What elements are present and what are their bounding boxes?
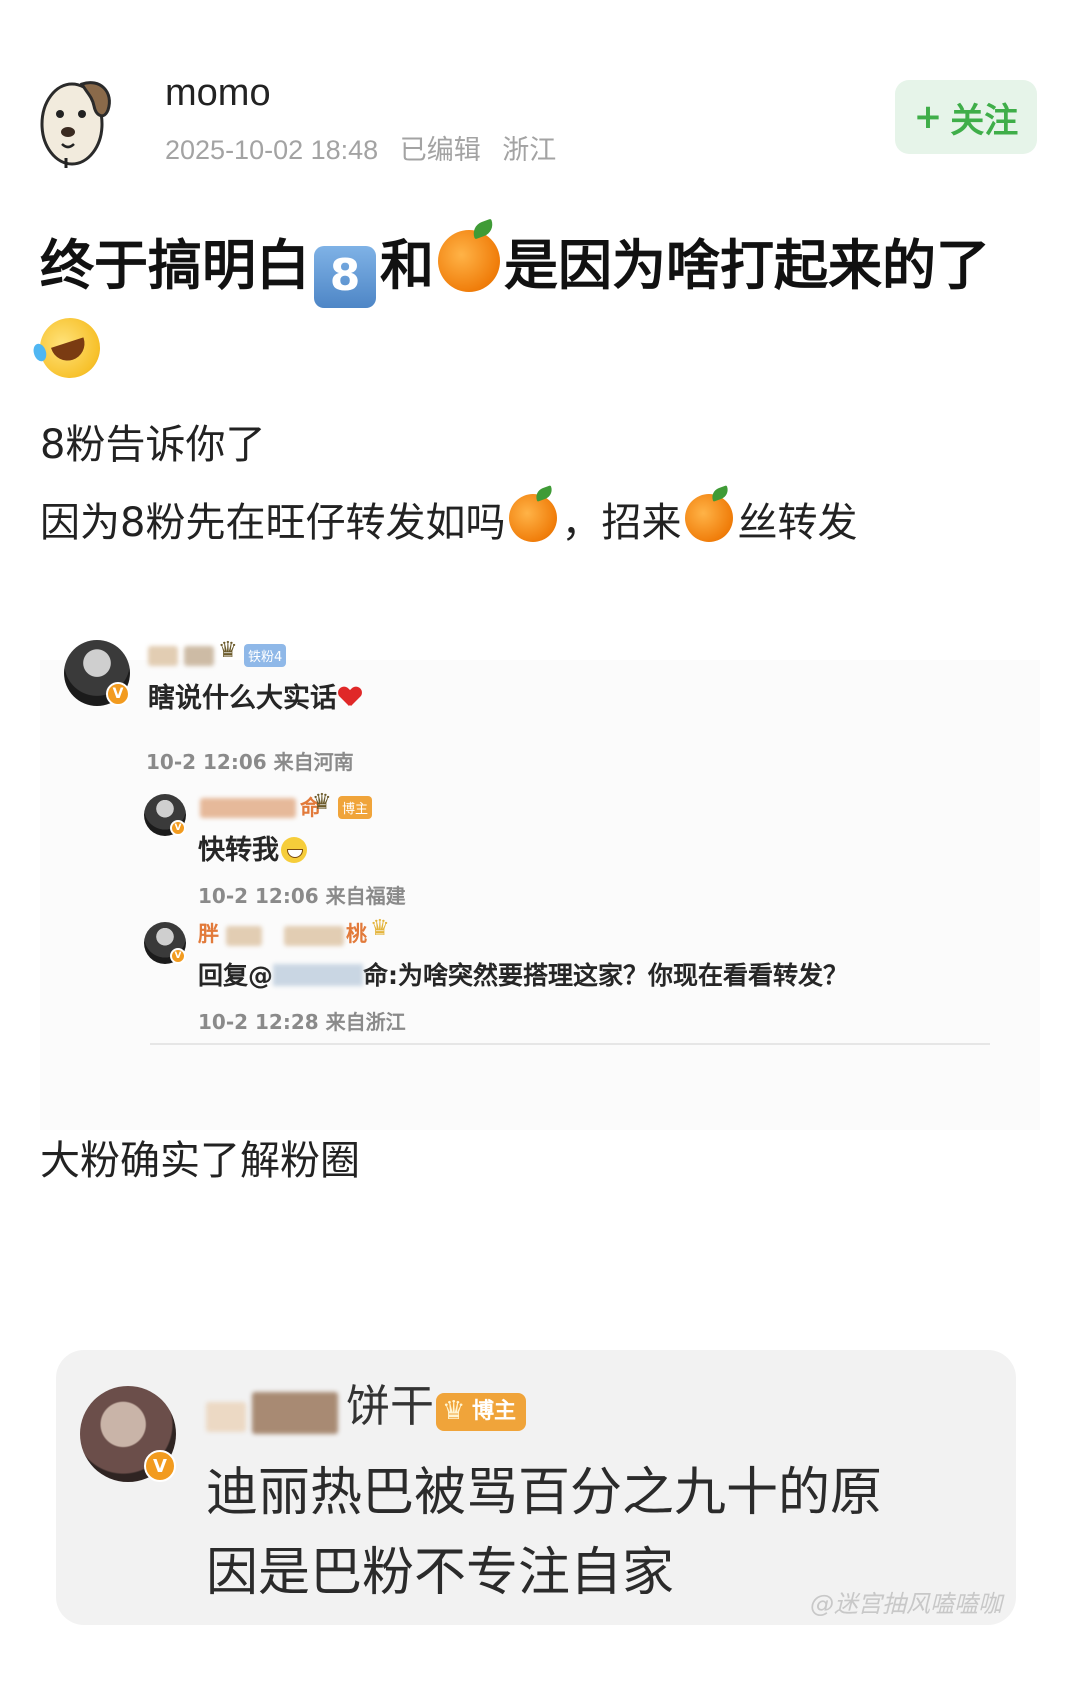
blurred-name xyxy=(206,1402,246,1432)
post-location: 浙江 xyxy=(502,135,557,165)
post-meta: 2025-10-02 18:48 已编辑 浙江 xyxy=(165,128,570,167)
tangerine-icon xyxy=(438,230,500,292)
title-text-1: 终于搞明白 xyxy=(40,234,310,297)
plus-icon: + xyxy=(913,97,943,137)
blogger-tag: 博主 xyxy=(436,1392,527,1431)
blurred-name xyxy=(148,646,178,666)
quote-line-2: 因是巴粉不专注自家 xyxy=(206,1543,675,1603)
fan-level-tag: 铁粉4 xyxy=(244,644,287,667)
title-text-3: 是因为啥打起来的了 xyxy=(504,234,990,297)
blurred-name xyxy=(252,1392,338,1434)
body-line-2-a: 因为8粉先在旺仔转发如吗 xyxy=(40,500,506,546)
quote-name-tail: 饼干 xyxy=(346,1381,434,1432)
grin-emoji-icon xyxy=(281,837,307,863)
post-title: 终于搞明白 8 和 是因为啥打起来的了 xyxy=(32,222,1040,398)
post-date: 2025-10-02 18:48 xyxy=(165,135,379,165)
blurred-name xyxy=(200,798,296,818)
reply-text-body: 快转我 xyxy=(198,835,279,866)
weibo-watermark: @迷宫抽风嗑嗑咖 xyxy=(810,1590,1002,1618)
keycap-eight-icon: 8 xyxy=(314,246,376,308)
divider xyxy=(150,1043,990,1045)
quote-line-1: 迪丽热巴被骂百分之九十的原 xyxy=(206,1463,883,1523)
reply-mention-prefix: 回复@ xyxy=(198,961,274,990)
follow-button[interactable]: + 关注 xyxy=(895,80,1037,154)
reply-text-body: 命:为啥突然要搭理这家？你现在看看转发？ xyxy=(363,961,849,990)
title-text-2: 和 xyxy=(380,234,434,297)
reply-text: 回复@ 命:为啥突然要搭理这家？你现在看看转发？ xyxy=(198,956,848,992)
crown-icon: ♛ xyxy=(370,916,390,941)
body-line-1: 8粉告诉你了 xyxy=(40,422,266,468)
author-avatar[interactable] xyxy=(38,70,114,170)
comment-text-body: 瞎说什么大实话 xyxy=(148,683,337,714)
reply-meta: 10-2 12:06 来自福建 xyxy=(198,884,406,908)
comment-meta: 10-2 12:06 来自河南 xyxy=(146,750,354,774)
blurred-mention xyxy=(273,964,364,986)
body-line-2: 因为8粉先在旺仔转发如吗 ，招来 丝转发 xyxy=(40,490,857,548)
post-header: momo 2025-10-02 18:48 已编辑 浙江 + 关注 xyxy=(0,0,1080,190)
reply-meta: 10-2 12:28 来自浙江 xyxy=(198,1010,406,1034)
embedded-screenshot-quote[interactable]: V 饼干 博主 迪丽热巴被骂百分之九十的原 因是巴粉不专注自家 @迷宫抽风嗑嗑咖 xyxy=(56,1350,1016,1625)
heart-icon xyxy=(339,687,361,707)
reply-name-tail: 桃 xyxy=(346,922,367,946)
follow-label: 关注 xyxy=(950,100,1019,141)
verified-badge-icon: V xyxy=(144,1450,176,1482)
blogger-tag: 博主 xyxy=(338,796,373,819)
reply-text: 快转我 xyxy=(198,828,307,867)
blurred-name xyxy=(226,926,262,946)
tangerine-icon xyxy=(509,494,558,542)
body-line-2-b: ，招来 xyxy=(561,500,682,546)
comment-text: 瞎说什么大实话 xyxy=(148,676,361,715)
embedded-screenshot-comments[interactable]: V ♛ 铁粉4 瞎说什么大实话 10-2 12:06 来自河南 V 命 ♛ 博主… xyxy=(40,638,1040,1130)
body-line-3: 大粉确实了解粉圈 xyxy=(40,1138,360,1184)
tangerine-icon xyxy=(685,494,734,542)
edited-label: 已编辑 xyxy=(399,135,481,165)
verified-badge-icon: V xyxy=(106,682,130,706)
verified-badge-icon: V xyxy=(170,948,186,964)
reply-name-head: 胖 xyxy=(198,922,219,946)
blurred-name xyxy=(184,646,214,666)
crown-icon: ♛ xyxy=(312,790,332,815)
author-name[interactable]: momo xyxy=(165,72,271,115)
blurred-name xyxy=(284,926,344,946)
crown-icon: ♛ xyxy=(218,638,238,663)
body-line-2-c: 丝转发 xyxy=(737,500,858,546)
verified-badge-icon: V xyxy=(170,820,186,836)
rolling-laughing-icon xyxy=(32,310,108,386)
